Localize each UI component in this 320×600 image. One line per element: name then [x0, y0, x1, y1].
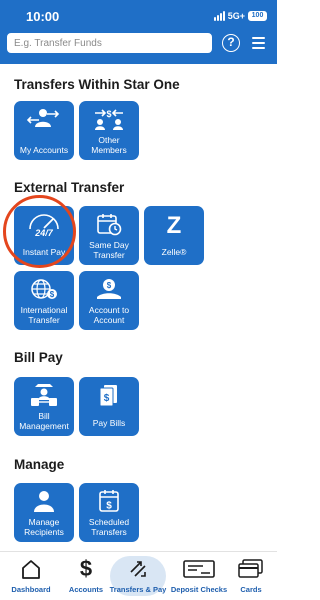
dollar-icon: $ [79, 556, 93, 581]
scheduled-transfers-tile[interactable]: $ Scheduled Transfers [79, 483, 139, 542]
signal-icon [213, 11, 225, 21]
user-recipients-icon [14, 489, 74, 513]
network-label: 5G+ [227, 11, 245, 21]
instant-pay-tile[interactable]: 24/7 Instant Pay [14, 206, 74, 265]
transfer-arrows-icon [107, 558, 169, 580]
nav-label: Accounts [68, 585, 104, 594]
my-accounts-tile[interactable]: My Accounts [14, 101, 74, 160]
cards-icon [230, 558, 272, 580]
nav-cards[interactable]: Cards [230, 551, 272, 600]
section-title-bill-pay: Bill Pay [14, 350, 63, 365]
nav-label: Cards [240, 585, 262, 594]
nav-label: Transfers & Pay [109, 585, 167, 594]
status-indicators: 5G+ 100 [213, 9, 267, 23]
calendar-clock-icon [79, 212, 139, 236]
tile-label: Account to Account [88, 305, 130, 325]
home-icon [0, 558, 62, 580]
nav-transfers-pay[interactable]: Transfers & Pay [107, 551, 169, 600]
tile-label: Manage Recipients [24, 517, 64, 537]
status-time: 10:00 [26, 9, 60, 24]
same-day-transfer-tile[interactable]: Same Day Transfer [79, 206, 139, 265]
section-title-manage: Manage [14, 457, 65, 472]
tile-label: My Accounts [19, 145, 69, 155]
bill-management-tile[interactable]: Bill Management [14, 377, 74, 436]
battery-icon: 100 [248, 11, 267, 21]
nav-label: Dashboard [11, 585, 51, 594]
nav-deposit-checks[interactable]: Deposit Checks [168, 551, 230, 600]
pay-bills-tile[interactable]: $ Pay Bills [79, 377, 139, 436]
tile-label: Same Day Transfer [89, 240, 129, 260]
zelle-tile[interactable]: Z Zelle® [144, 206, 204, 265]
status-bar: 10:00 5G+ 100 [0, 0, 277, 30]
tile-label: Zelle® [161, 247, 187, 257]
tile-label: Instant Pay [22, 247, 66, 257]
search-input[interactable] [7, 33, 212, 53]
money-transfer-icon: $ [79, 107, 139, 131]
help-button[interactable]: ? [222, 34, 240, 52]
speedometer-text: 24/7 [34, 228, 54, 237]
international-transfer-tile[interactable]: $ International Transfer [14, 271, 74, 330]
svg-text:$: $ [104, 393, 110, 404]
section-title-transfers-within: Transfers Within Star One [14, 77, 180, 92]
app-header: 10:00 5G+ 100 ? [0, 0, 277, 64]
nav-label: Deposit Checks [170, 585, 228, 594]
zelle-icon: Z [166, 212, 182, 239]
menu-icon[interactable] [252, 37, 265, 49]
account-to-account-tile[interactable]: $ Account to Account [79, 271, 139, 330]
other-members-tile[interactable]: $ Other Members [79, 101, 139, 160]
nav-dashboard[interactable]: Dashboard [0, 551, 62, 600]
tile-label: Bill Management [19, 411, 69, 431]
bills-dollar-icon: $ [79, 383, 139, 407]
tile-label: Scheduled Transfers [88, 517, 130, 537]
nav-accounts[interactable]: $ Accounts [62, 551, 110, 600]
check-icon [168, 558, 230, 580]
svg-text:$: $ [106, 109, 111, 119]
manage-recipients-tile[interactable]: Manage Recipients [14, 483, 74, 542]
tile-label: International Transfer [20, 305, 68, 325]
svg-text:$: $ [107, 281, 112, 290]
svg-text:$: $ [50, 290, 55, 299]
tile-label: Other Members [91, 135, 127, 155]
tile-label: Pay Bills [92, 418, 126, 428]
user-transfer-icon [14, 107, 74, 131]
globe-dollar-icon: $ [14, 277, 74, 301]
bank-transfer-icon: $ [79, 277, 139, 301]
section-title-external-transfer: External Transfer [14, 180, 125, 195]
speedometer-24-7-icon: 24/7 [14, 212, 74, 237]
calendar-dollar-icon: $ [79, 489, 139, 513]
user-bills-icon [14, 383, 74, 407]
svg-text:$: $ [106, 501, 112, 512]
